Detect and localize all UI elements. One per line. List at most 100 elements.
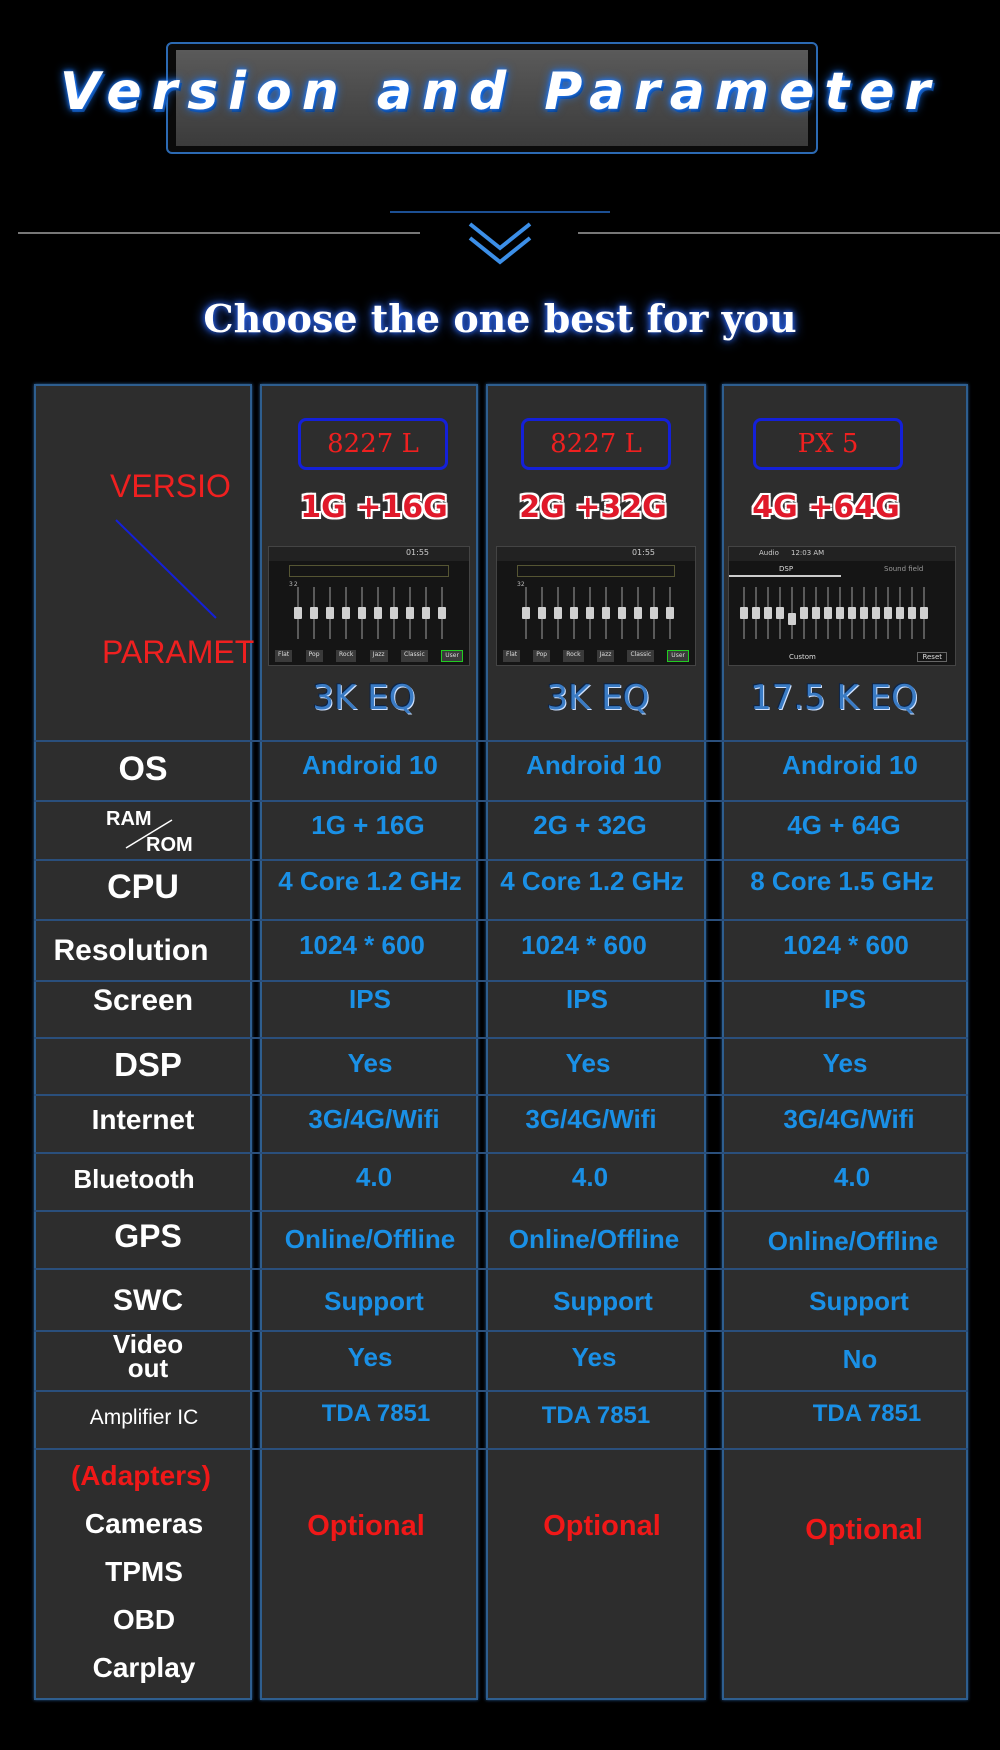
value-cpu: 8 Core 1.5 GHz [750, 866, 934, 896]
label-adapters: (Adapters) [70, 1460, 211, 1491]
eq-knob [438, 607, 446, 619]
value-swc: Support [809, 1286, 909, 1316]
preset-rock: Rock [335, 650, 357, 662]
tab-dsp: DSP [779, 565, 794, 573]
eq-knob [848, 607, 856, 619]
label-gps: GPS [114, 1218, 182, 1254]
value-os: Android 10 [302, 750, 438, 780]
eq-knob [764, 607, 772, 619]
eq-knob [554, 607, 562, 619]
preset-rock: Rock [563, 650, 584, 662]
value-gps: Online/Offline [284, 1224, 456, 1254]
eq-knob [800, 607, 808, 619]
value-bluetooth: 4.0 [355, 1162, 393, 1192]
chip-badge: 8227 L [521, 418, 671, 470]
value-amplifier: TDA 7851 [541, 1402, 651, 1429]
page-title: Version and Parameter [59, 62, 941, 122]
eq-label: 17.5 K EQ [750, 678, 918, 718]
eq-knob [342, 607, 350, 619]
screen-time: 12:03 AM [791, 549, 825, 557]
row-divider [34, 980, 968, 982]
eq-knob [586, 607, 594, 619]
eq-knob [860, 607, 868, 619]
value-internet: 3G/4G/Wifi [525, 1104, 657, 1134]
screen-app-name: Audio [759, 549, 779, 557]
row-divider [34, 1390, 968, 1392]
label-os: OS [118, 750, 168, 788]
eq-knob [824, 607, 832, 619]
eq-curve [517, 565, 675, 577]
eq-knob [740, 607, 748, 619]
reset-button: Reset [917, 652, 947, 662]
value-video-out: Yes [347, 1342, 393, 1372]
value-os: Android 10 [526, 750, 662, 780]
row-divider [34, 1152, 968, 1154]
value-internet: 3G/4G/Wifi [783, 1104, 915, 1134]
label-swc: SWC [113, 1284, 183, 1317]
eq-knob [538, 607, 546, 619]
value-video-out: Yes [571, 1342, 617, 1372]
corner-parameter-label: PARAMET [102, 634, 255, 670]
value-screen: IPS [824, 984, 866, 1014]
value-dsp: Yes [565, 1048, 611, 1078]
chevron-down-icon [468, 222, 532, 265]
row-divider [34, 859, 968, 861]
eq-knob [310, 607, 318, 619]
preset-user: User [667, 650, 689, 662]
preset-user: User [441, 650, 463, 662]
eq-knob [812, 607, 820, 619]
eq-knob [406, 607, 414, 619]
eq-knob [752, 607, 760, 619]
row-divider [34, 740, 968, 742]
label-video-out: Video out [34, 1331, 262, 1381]
eq-knob [920, 607, 928, 619]
row-divider [34, 1268, 968, 1270]
eq-knob [390, 607, 398, 619]
dsp-screenshot: Audio 12:03 AM DSP Sound field Custom Re… [728, 546, 956, 666]
label-obd: OBD [112, 1604, 176, 1635]
value-os: Android 10 [782, 750, 918, 780]
eq-knob [326, 607, 334, 619]
value-resolution: 1024 * 600 [783, 930, 909, 960]
chip-badge: 8227 L [298, 418, 448, 470]
value-amplifier: TDA 7851 [321, 1400, 431, 1427]
preset-jazz: Jazz [369, 650, 388, 662]
screen-time: 01:55 [405, 548, 429, 557]
preset-pop: Pop [533, 650, 551, 662]
value-ram-rom: 1G + 16G [311, 810, 425, 840]
divider-left [18, 232, 420, 234]
preset-flat: Flat [503, 650, 521, 662]
eq-knob [836, 607, 844, 619]
row-divider [34, 1094, 968, 1096]
row-divider [34, 800, 968, 802]
memory-badge: 2G +32G [519, 490, 667, 525]
value-adapters: Optional [805, 1514, 923, 1546]
label-amplifier: Amplifier IC [89, 1406, 199, 1429]
value-dsp: Yes [822, 1048, 868, 1078]
value-cpu: 4 Core 1.2 GHz [500, 866, 684, 896]
value-resolution: 1024 * 600 [521, 930, 647, 960]
row-divider [34, 919, 968, 921]
preset-custom: Custom [789, 653, 816, 661]
chip-badge: PX 5 [753, 418, 903, 470]
eq-label: 3K EQ [312, 678, 416, 718]
label-dsp: DSP [114, 1046, 182, 1083]
eq-knob [358, 607, 366, 619]
preset-pop: Pop [305, 650, 323, 662]
value-swc: Support [324, 1286, 424, 1316]
eq-knob [884, 607, 892, 619]
eq-knob [776, 607, 784, 619]
value-gps: Online/Offline [767, 1226, 939, 1256]
value-adapters: Optional [307, 1510, 425, 1542]
row-divider [34, 1448, 968, 1450]
value-swc: Support [553, 1286, 653, 1316]
screen-time: 01:55 [631, 548, 655, 557]
preset-classic: Classic [627, 650, 655, 662]
divider-right [578, 232, 1000, 234]
eq-knob [666, 607, 674, 619]
eq-knob [374, 607, 382, 619]
eq-screenshot: 01:55 32 Flat Pop Rock Jazz Classic User [496, 546, 696, 666]
preset-classic: Classic [401, 650, 428, 662]
eq-knob [570, 607, 578, 619]
value-resolution: 1024 * 600 [299, 930, 425, 960]
